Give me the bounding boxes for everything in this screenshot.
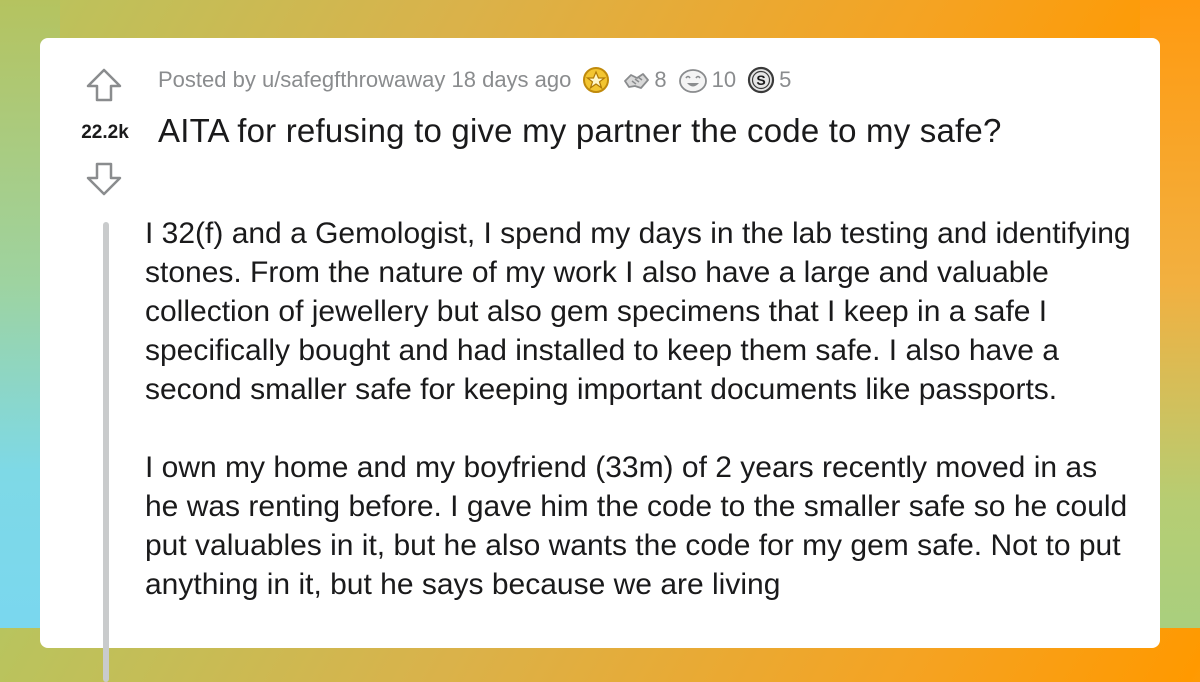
silver-coin-award-icon: S — [746, 65, 776, 95]
post-paragraph: I own my home and my boyfriend (33m) of … — [145, 451, 1128, 601]
award-count: 10 — [711, 67, 737, 92]
laughing-face-award-icon — [677, 65, 709, 95]
post-meta: Posted by u/safegfthrowaway 18 days ago … — [158, 66, 791, 94]
vote-column: 22.2k — [40, 38, 170, 238]
gold-star-award-icon — [581, 65, 611, 95]
award-handshake[interactable]: 8 — [621, 65, 667, 95]
award-silver-coin[interactable]: S 5 — [746, 65, 791, 95]
award-count: 8 — [654, 67, 667, 92]
vote-score: 22.2k — [81, 122, 129, 143]
upvote-arrow-icon[interactable] — [84, 66, 124, 106]
handshake-award-icon — [621, 65, 651, 95]
post-paragraph: I 32(f) and a Gemologist, I spend my day… — [145, 217, 1131, 406]
downvote-arrow-icon[interactable] — [84, 158, 124, 198]
post-body: I 32(f) and a Gemologist, I spend my day… — [145, 214, 1135, 643]
award-count: 5 — [779, 67, 792, 92]
post-card: 22.2k Posted by u/safegfthrowaway 18 day… — [40, 38, 1160, 682]
quote-bar — [103, 222, 109, 682]
svg-text:S: S — [756, 72, 765, 88]
award-gold-star[interactable] — [581, 65, 611, 95]
post-title[interactable]: AITA for refusing to give my partner the… — [158, 112, 1148, 150]
award-laughing-face[interactable]: 10 — [677, 65, 736, 95]
posted-by-link[interactable]: Posted by u/safegfthrowaway 18 days ago — [158, 67, 571, 93]
